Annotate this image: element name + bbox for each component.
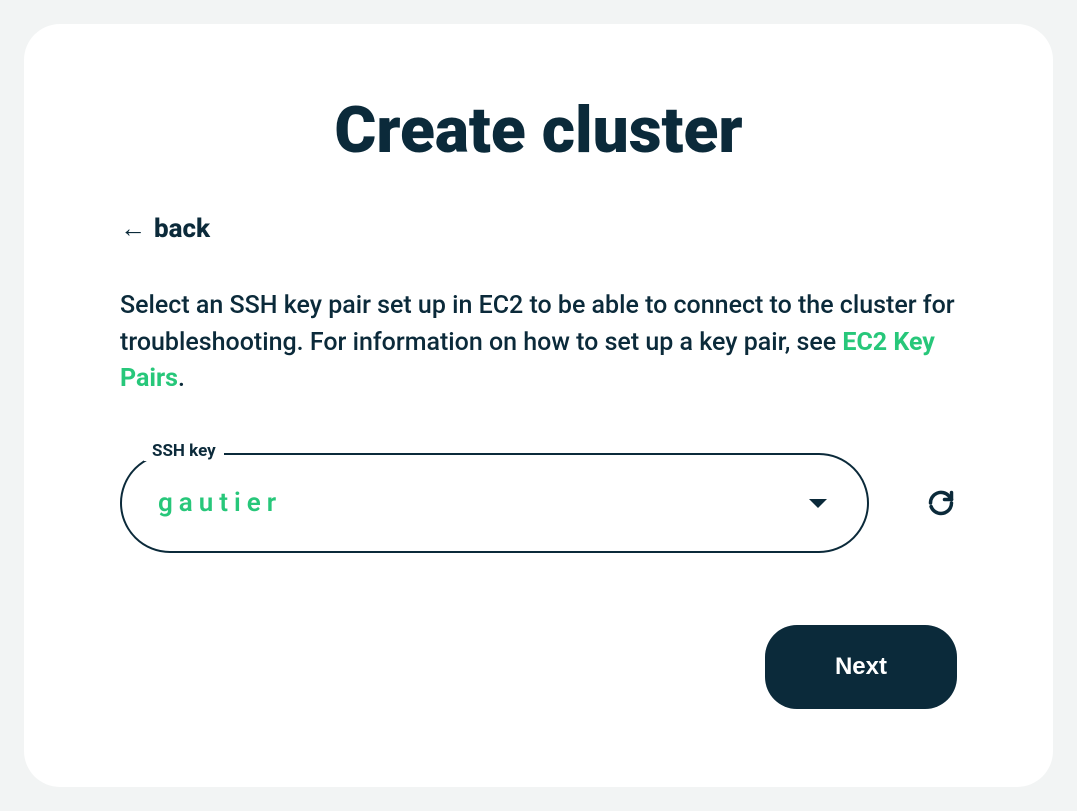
back-label: back [154,214,210,244]
create-cluster-card: Create cluster ← back Select an SSH key … [24,24,1053,787]
description-part1: Select an SSH key pair set up in EC2 to … [120,291,955,356]
ssh-key-label: SSH key [144,441,224,461]
description-part2: . [178,364,185,393]
ssh-key-row: SSH key gautier [120,453,957,553]
footer-row: Next [120,625,957,709]
next-button[interactable]: Next [765,625,957,709]
refresh-button[interactable] [925,487,957,519]
ssh-key-select-wrap: SSH key gautier [120,453,869,553]
refresh-icon [927,489,955,517]
description-text: Select an SSH key pair set up in EC2 to … [120,288,957,397]
ssh-key-select[interactable]: gautier [120,453,869,553]
back-button[interactable]: ← back [120,214,210,244]
chevron-down-icon [809,499,827,508]
arrow-left-icon: ← [120,216,146,242]
page-title: Create cluster [120,96,957,166]
ssh-key-value: gautier [158,488,282,518]
